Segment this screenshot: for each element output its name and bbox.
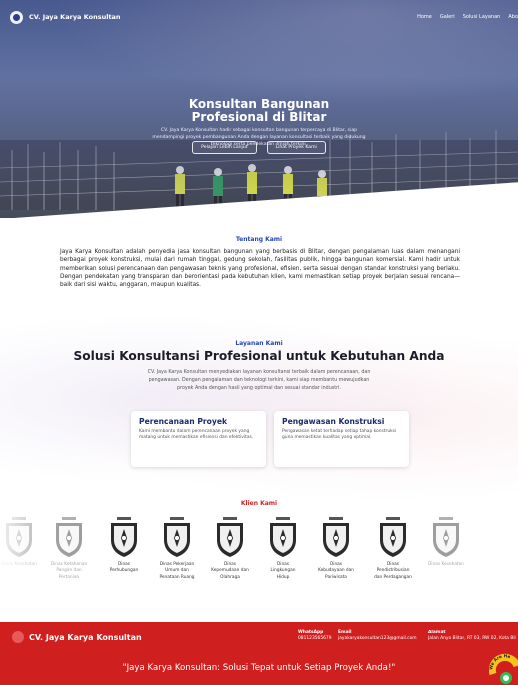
footer-whatsapp-value: 081123565679	[298, 636, 332, 641]
brand[interactable]: CV. Jaya Karya Konsultan	[10, 10, 121, 24]
shield-emblem-icon	[150, 516, 204, 560]
footer-email[interactable]: Email jayakaryakonsultan123@gmail.com	[338, 630, 417, 642]
client-name: Dinas Kepemudaan dan Olahraga	[211, 562, 249, 580]
shield-emblem-icon	[366, 516, 420, 560]
clients-carousel: Dinas KesehatanDinas Ketahanan Pangan da…	[0, 516, 518, 608]
services-description: CV. Jaya Karya Konsultan menyediakan lay…	[147, 370, 371, 391]
client-logo-item: Dinas Kepemudaan dan Olahraga	[203, 516, 257, 581]
service-card-text: Kami membantu dalam perencanaan proyek y…	[139, 429, 254, 440]
carousel-fade-left	[0, 512, 60, 608]
service-card-title: Pengawasan Konstruksi	[282, 417, 385, 426]
brand-name: CV. Jaya Karya Konsultan	[29, 13, 121, 21]
hero-section: CV. Jaya Karya Konsultan Home Galeri Sol…	[0, 0, 518, 218]
nav-link-home[interactable]: Home	[417, 14, 432, 20]
service-card-text: Pengawasan ketat terhadap setiap tahap k…	[282, 429, 397, 440]
hero-title: Konsultan Bangunan Profesional di Blitar	[188, 97, 330, 124]
footer-tagline: "Jaya Karya Konsultan: Solusi Tepat untu…	[122, 663, 396, 673]
footer-email-value: jayakaryakonsultan123@gmail.com	[338, 636, 417, 641]
client-logo-item: Dinas Pendistribusian dan Perdagangan	[366, 516, 420, 581]
footer-logo-icon	[12, 631, 24, 643]
top-nav: CV. Jaya Karya Konsultan Home Galeri Sol…	[0, 0, 518, 34]
client-name: Dinas Pendistribusian dan Perdagangan	[374, 562, 412, 580]
carousel-fade-right	[458, 512, 518, 608]
nav-link-solusi-layanan[interactable]: Solusi Layanan	[463, 14, 501, 20]
services-title: Solusi Konsultansi Profesional untuk Keb…	[73, 349, 445, 363]
service-card-planning[interactable]: Perencanaan Proyek Kami membantu dalam p…	[131, 411, 266, 467]
shield-emblem-icon	[256, 516, 310, 560]
whatsapp-help-badge[interactable]: We Are He	[489, 652, 518, 685]
footer: CV. Jaya Karya Konsultan WhatsApp 081123…	[0, 622, 518, 685]
footer-brand-name: CV. Jaya Karya Konsultan	[29, 632, 142, 642]
footer-whatsapp[interactable]: WhatsApp 081123565679	[298, 630, 332, 642]
nav-links: Home Galeri Solusi Layanan Abo	[417, 14, 518, 20]
view-projects-button[interactable]: Lihat Proyek Kami	[266, 141, 326, 154]
shield-emblem-icon	[203, 516, 257, 560]
service-card-supervision[interactable]: Pengawasan Konstruksi Pengawasan ketat t…	[274, 411, 409, 467]
service-card-title: Perencanaan Proyek	[139, 417, 228, 426]
brand-logo-icon	[10, 10, 23, 24]
client-name: Dinas Pekerjaan Umum dan Penataan Ruang	[159, 562, 195, 580]
client-name: Dinas Kebudayaan dan Pariwisata	[317, 562, 355, 580]
services-kicker: Layanan Kami	[235, 340, 283, 347]
client-name: Dinas Perhubungan	[109, 562, 139, 574]
shield-emblem-icon	[97, 516, 151, 560]
client-logo-item: Dinas Kebudayaan dan Pariwisata	[309, 516, 363, 581]
client-logo-item: Dinas Lingkungan Hidup	[256, 516, 310, 581]
learn-more-button[interactable]: Pelajari Lebih Lanjut	[192, 141, 257, 154]
client-name: Dinas Lingkungan Hidup	[270, 562, 296, 580]
client-logo-item: Dinas Perhubungan	[97, 516, 151, 575]
footer-address: Alamat Jalan Anyo Blitar, RT 03, RW 02, …	[428, 630, 518, 642]
footer-brand[interactable]: CV. Jaya Karya Konsultan	[12, 631, 142, 643]
nav-link-galeri[interactable]: Galeri	[440, 14, 455, 20]
hero-buttons: Pelajari Lebih Lanjut Lihat Proyek Kami	[0, 141, 518, 154]
footer-address-value: Jalan Anyo Blitar, RT 03, RW 02, Kota Bl…	[428, 636, 516, 641]
clients-kicker: Klien Kami	[240, 500, 278, 507]
about-kicker: Tentang Kami	[235, 236, 283, 243]
about-body: Jaya Karya Konsultan adalah penyedia jas…	[60, 249, 460, 289]
shield-emblem-icon	[309, 516, 363, 560]
nav-link-about[interactable]: Abo	[508, 14, 518, 20]
client-logo-item: Dinas Pekerjaan Umum dan Penataan Ruang	[150, 516, 204, 581]
